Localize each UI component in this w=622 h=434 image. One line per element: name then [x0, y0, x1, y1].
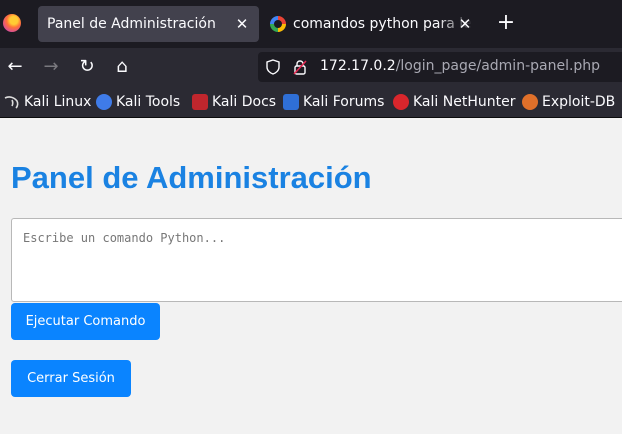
tab-google-search[interactable]: comandos python para leer ✕: [264, 6, 480, 42]
url-host: 172.17.0.2: [320, 58, 396, 74]
exploit-db-icon: [522, 94, 538, 110]
bookmark-label: Kali NetHunter: [413, 94, 516, 110]
execute-command-button[interactable]: Ejecutar Comando: [11, 303, 160, 340]
lock-warning-icon[interactable]: [292, 59, 308, 75]
url-text[interactable]: 172.17.0.2/login_page/admin-panel.php: [320, 58, 600, 74]
tab-title: Panel de Administración: [47, 16, 216, 32]
kali-nethunter-icon: [393, 94, 409, 110]
tab-strip: Panel de Administración ✕ comandos pytho…: [0, 0, 622, 48]
bookmark-label: Kali Docs: [212, 94, 277, 110]
reload-button[interactable]: ↻: [75, 55, 99, 79]
page-title: Panel de Administración: [11, 160, 372, 195]
url-bar[interactable]: 172.17.0.2/login_page/admin-panel.php: [258, 52, 622, 82]
page-content: Panel de Administración Ejecutar Comando…: [0, 118, 622, 434]
kali-docs-icon: [192, 94, 208, 110]
google-icon: [270, 16, 286, 32]
forward-button[interactable]: →: [39, 55, 63, 79]
navigation-toolbar: ← → ↻ ⌂ 172.17.0.2/login_page/admin-pane…: [0, 48, 622, 86]
bookmark-label: Kali Forums: [303, 94, 385, 110]
close-icon[interactable]: ✕: [233, 15, 251, 33]
new-tab-button[interactable]: +: [495, 12, 517, 34]
bookmark-kali-docs[interactable]: Kali Docs: [192, 93, 276, 111]
tab-title: comandos python para leer: [293, 16, 473, 32]
kali-tools-icon: [96, 94, 112, 110]
bookmarks-toolbar: Kali Linux Kali Tools Kali Docs Kali For…: [0, 86, 622, 118]
back-button[interactable]: ←: [3, 55, 27, 79]
kali-dragon-icon: [4, 96, 19, 109]
shield-icon[interactable]: [266, 59, 280, 75]
bookmark-label: Kali Tools: [116, 94, 181, 110]
command-input[interactable]: [11, 218, 622, 302]
bookmark-label: Exploit-DB: [542, 94, 616, 110]
bookmark-label: Kali Linux: [24, 94, 92, 110]
logout-button[interactable]: Cerrar Sesión: [11, 360, 131, 397]
bookmark-kali-nethunter[interactable]: Kali NetHunter: [393, 93, 515, 111]
tab-admin-panel[interactable]: Panel de Administración ✕: [38, 6, 259, 42]
kali-forums-icon: [283, 94, 299, 110]
home-button[interactable]: ⌂: [110, 55, 134, 79]
bookmark-kali-forums[interactable]: Kali Forums: [283, 93, 384, 111]
url-path: /login_page/admin-panel.php: [395, 58, 601, 74]
bookmark-kali-tools[interactable]: Kali Tools: [96, 93, 180, 111]
bookmark-kali-linux[interactable]: Kali Linux: [4, 93, 91, 111]
close-icon[interactable]: ✕: [456, 15, 474, 33]
firefox-menu-icon[interactable]: [3, 14, 21, 32]
bookmark-exploit-db[interactable]: Exploit-DB: [522, 93, 615, 111]
